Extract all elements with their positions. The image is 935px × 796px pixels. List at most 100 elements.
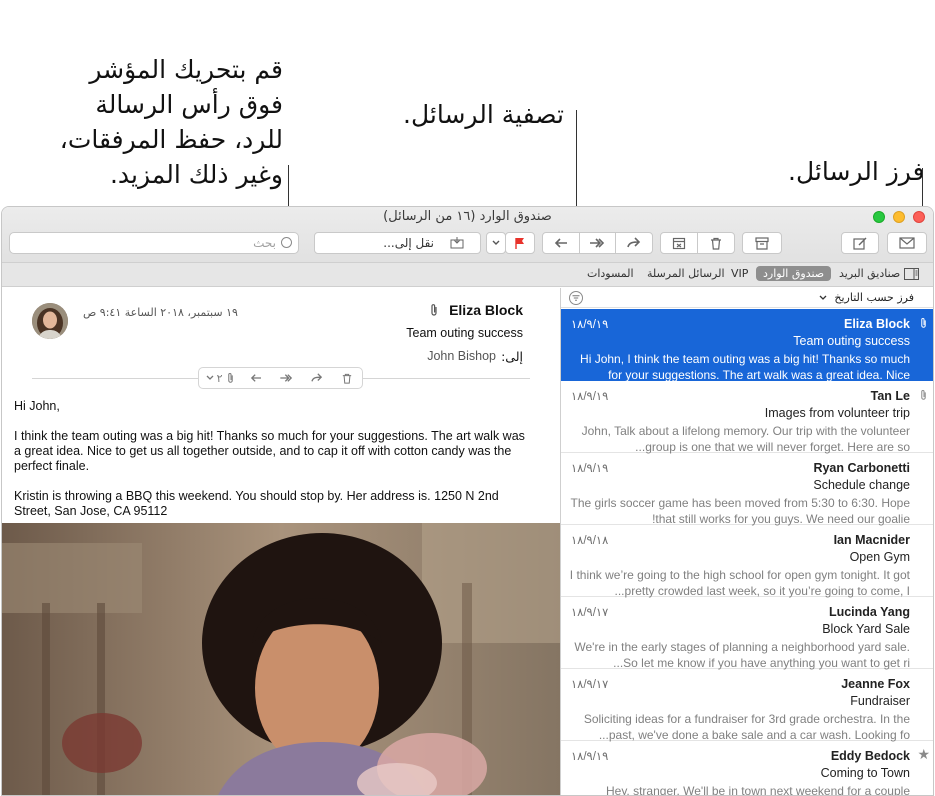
- fav-sent[interactable]: الرسائل المرسلة: [647, 267, 725, 280]
- flag-menu-chevron-button[interactable]: [486, 232, 506, 254]
- attachment-icon: [429, 303, 439, 320]
- avatar: [32, 303, 68, 339]
- reply-icon: [554, 238, 567, 248]
- message-list: فرز حسب التاريخ Eliza Block ١٨/٩/١٩ Team o…: [560, 288, 933, 796]
- hover-reply-all-button[interactable]: [271, 368, 301, 388]
- move-to-icon: [450, 237, 464, 249]
- message-row[interactable]: Lucinda Yang ١٨/٩/١٧ Block Yard Sale We're …: [561, 597, 933, 670]
- message-subject: Team outing success: [793, 334, 910, 348]
- callout-line-4: وغير ذلك المزيد.: [109, 160, 283, 189]
- forward-icon: [627, 237, 641, 248]
- compose-button[interactable]: [841, 232, 879, 254]
- message-sender: Tan Le: [870, 389, 910, 403]
- chevron-down-icon: [206, 375, 214, 380]
- search-placeholder: بحث: [253, 236, 276, 250]
- search-icon: [281, 237, 292, 248]
- archive-button[interactable]: [742, 232, 782, 254]
- filter-icon[interactable]: [569, 291, 583, 305]
- minimize-window-icon[interactable]: [893, 211, 905, 223]
- delete-button[interactable]: [697, 232, 735, 254]
- attachment-icon: [227, 372, 233, 383]
- sidebar-toggle-icon[interactable]: [904, 268, 919, 280]
- attachment-icon: [919, 389, 928, 404]
- attachment-count: ٢: [216, 371, 223, 385]
- attached-photo[interactable]: [2, 523, 560, 795]
- archive-icon: [755, 236, 769, 250]
- message-sender: Ian Macnider: [833, 533, 910, 547]
- message-sender: Eliza Block: [844, 317, 910, 331]
- message-subject: Block Yard Sale: [822, 622, 910, 636]
- move-to-button[interactable]: نقل إلى...: [314, 232, 481, 254]
- body-paragraph: Hi John,: [14, 399, 60, 413]
- chevron-down-icon: [819, 295, 827, 300]
- forward-button[interactable]: [615, 232, 653, 254]
- forward-icon: [311, 373, 322, 382]
- hover-forward-button[interactable]: [302, 368, 332, 388]
- vip-star-icon: ★: [917, 746, 930, 762]
- message-sender: Lucinda Yang: [828, 605, 910, 619]
- callout-reply-hover: قم بتحريك المؤشر فوق رأس الرسالة للرد، ح…: [60, 52, 283, 192]
- attachment-icon: [919, 317, 928, 332]
- callout-sort: فرز الرسائل.: [788, 157, 925, 186]
- sort-menu[interactable]: فرز حسب التاريخ: [819, 291, 914, 304]
- message-row[interactable]: Jeanne Fox ١٨/٩/١٧ Fundraiser Soliciting id…: [561, 669, 933, 742]
- message-date: ١٨/٩/١٧: [571, 607, 609, 619]
- reply-all-icon: [279, 374, 292, 382]
- message-body: Hi John, I think the team outing was a b…: [14, 399, 534, 534]
- sort-bar: فرز حسب التاريخ: [561, 288, 933, 308]
- message-preview: We're in the early stages of planning a …: [574, 640, 910, 670]
- window-title: صندوق الوارد (١٦ من الرسائل): [383, 209, 552, 224]
- message-subject: Schedule change: [813, 478, 910, 492]
- message-hover-toolbar: ٢: [198, 367, 363, 389]
- reader-subject: Team outing success: [406, 326, 523, 340]
- message-row[interactable]: Ryan Carbonetti ١٨/٩/١٩ Schedule change The…: [561, 453, 933, 526]
- message-date: ١٨/٩/١٩: [571, 391, 609, 403]
- message-preview: John, Talk about a lifelong memory. Our …: [581, 424, 910, 454]
- message-sender: Ryan Carbonetti: [813, 461, 910, 475]
- flag-button[interactable]: [505, 232, 535, 254]
- reading-pane: Eliza Block Team outing success إلى: Joh…: [2, 288, 560, 795]
- reader-from: Eliza Block: [449, 302, 523, 318]
- fav-drafts[interactable]: المسودات: [587, 267, 634, 280]
- hover-reply-button[interactable]: [241, 368, 271, 388]
- sort-label: فرز حسب التاريخ: [834, 291, 914, 304]
- zoom-window-icon[interactable]: [873, 211, 885, 223]
- trash-icon: [711, 237, 721, 250]
- message-sender: Eddy Bedock: [830, 749, 910, 763]
- message-row[interactable]: Ian Macnider ١٨/٩/١٨ Open Gym I think we’re…: [561, 525, 933, 598]
- compose-icon: [853, 237, 867, 250]
- message-subject: Coming to Town: [820, 766, 910, 780]
- chevron-down-icon: [492, 240, 500, 245]
- message-row[interactable]: Eliza Block ١٨/٩/١٩ Team outing success Hi …: [561, 309, 933, 382]
- message-subject: Fundraiser: [850, 694, 910, 708]
- message-date: ١٨/٩/١٩: [571, 751, 609, 763]
- message-preview: The girls soccer game has been moved fro…: [570, 496, 910, 526]
- fav-inbox[interactable]: صندوق الوارد: [756, 266, 832, 281]
- close-window-icon[interactable]: [913, 211, 925, 223]
- message-date: ١٨/٩/١٨: [571, 535, 609, 547]
- envelope-icon: [899, 237, 915, 249]
- callout-line-2: فوق رأس الرسالة: [95, 90, 283, 119]
- message-preview: Soliciting ideas for a fundraiser for 3r…: [583, 712, 910, 742]
- fav-vip[interactable]: VIP: [731, 267, 748, 280]
- favorites-bar: صناديق البريد صندوق الوارد VIP الرسائل ا…: [2, 263, 933, 287]
- reply-button[interactable]: [542, 232, 580, 254]
- reader-to-label: إلى:: [501, 349, 523, 364]
- message-row[interactable]: Eddy Bedock ١٨/٩/١٩ Coming to Town Hey, str…: [561, 741, 933, 796]
- attachment-menu-button[interactable]: ٢: [199, 368, 241, 388]
- junk-icon: [672, 237, 686, 249]
- fav-mailboxes[interactable]: صناديق البريد: [839, 267, 900, 280]
- search-input[interactable]: بحث: [9, 232, 299, 254]
- message-date: ١٨/٩/١٩: [571, 319, 609, 331]
- message-row[interactable]: Tan Le ١٨/٩/١٩ Images from volunteer trip J…: [561, 381, 933, 454]
- message-preview: I think we’re going to the high school f…: [569, 568, 910, 598]
- hover-delete-button[interactable]: [332, 368, 362, 388]
- reply-all-button[interactable]: [579, 232, 616, 254]
- reader-to[interactable]: John Bishop: [427, 349, 496, 363]
- trash-icon: [342, 373, 352, 384]
- junk-button[interactable]: [660, 232, 698, 254]
- mail-window: صندوق الوارد (١٦ من الرسائل) بحث نقل إلى…: [1, 206, 934, 796]
- get-mail-button[interactable]: [887, 232, 927, 254]
- message-preview: Hey, stranger. We'll be in town next wee…: [605, 784, 910, 796]
- reader-date: ١٩ سبتمبر، ٢٠١٨ الساعة ٩:٤١ ص: [83, 306, 238, 319]
